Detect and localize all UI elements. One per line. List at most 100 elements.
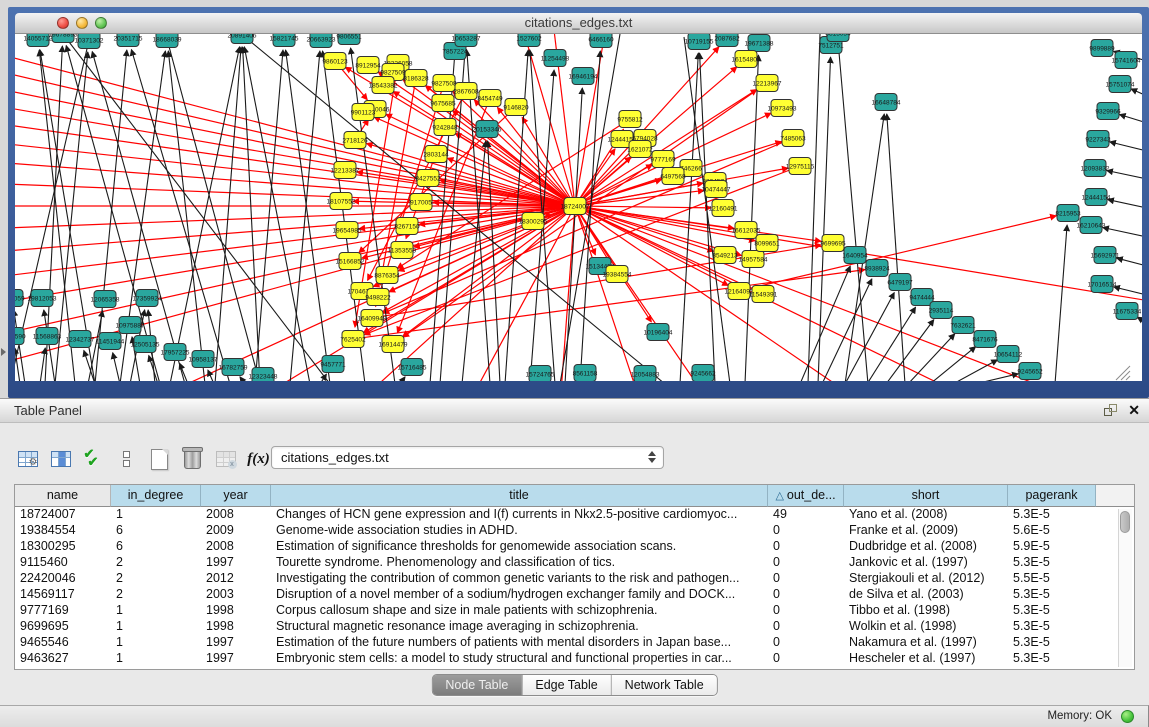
table-row[interactable]: 1872400712008Changes of HCN gene express… (15, 507, 1134, 523)
column-header-title[interactable]: title (271, 485, 768, 507)
graph-node[interactable]: 12323448 (249, 368, 278, 382)
deselect-all-icon[interactable] (113, 446, 140, 473)
graph-node[interactable]: 16782759 (219, 359, 248, 376)
graph-node[interactable]: 19671388 (745, 35, 774, 52)
close-window-button[interactable] (57, 17, 69, 29)
table-row[interactable]: 2242004622012Investigating the contribut… (15, 571, 1134, 587)
graph-node[interactable]: 8471676 (972, 331, 998, 348)
graph-node[interactable]: 11254498 (541, 50, 570, 67)
graph-node[interactable]: 19678893 (49, 34, 78, 43)
graph-node[interactable]: 12342737 (66, 331, 95, 348)
graph-node[interactable]: 16409948 (358, 310, 387, 327)
graph-node[interactable]: 10474447 (702, 181, 731, 198)
graph-node[interactable]: 9245652 (1017, 363, 1043, 380)
network-graph[interactable]: 1405571219678893103713022035171518668039… (15, 34, 1142, 381)
graph-node[interactable]: 8549213 (712, 247, 738, 264)
graph-node[interactable]: 15741604 (1112, 52, 1141, 69)
graph-node[interactable]: 9860123 (322, 53, 348, 70)
graph-node[interactable]: 2087682 (714, 34, 740, 47)
graph-node[interactable]: 9675685 (430, 95, 456, 112)
graph-node[interactable]: 9699695 (820, 235, 846, 252)
graph-node[interactable]: 18724007 (561, 198, 590, 215)
graph-node[interactable]: 17016514 (1088, 276, 1117, 293)
graph-node[interactable]: 2867608 (453, 83, 479, 100)
graph-node[interactable]: 10653287 (452, 34, 481, 47)
graph-node[interactable]: 9899889 (1089, 40, 1115, 57)
window-titlebar[interactable]: citations_edges.txt (15, 13, 1142, 34)
graph-node[interactable]: 8813054 (825, 34, 851, 42)
column-header-out_de[interactable]: △out_de... (768, 485, 844, 507)
tab-node-table[interactable]: Node Table (432, 675, 522, 695)
graph-node[interactable]: 14957584 (739, 251, 768, 268)
graph-node[interactable]: 15716485 (398, 359, 427, 376)
graph-node[interactable]: 12093832 (1081, 160, 1110, 177)
table-row[interactable]: 911546021997Tourette syndrome. Phenomeno… (15, 555, 1134, 571)
graph-node[interactable]: 8215953 (1055, 205, 1081, 222)
graph-node[interactable]: 18668039 (153, 34, 182, 48)
graph-node[interactable]: 8267150 (394, 218, 420, 235)
minimize-window-button[interactable] (76, 17, 88, 29)
graph-node[interactable]: 917005 (410, 194, 432, 211)
graph-node[interactable]: 2616059 (15, 290, 25, 307)
table-row[interactable]: 1938455462009Genome-wide association stu… (15, 523, 1134, 539)
graph-node[interactable]: 12975115 (786, 158, 815, 175)
new-table-icon[interactable] (146, 446, 173, 473)
graph-node[interactable]: 12444154 (1082, 189, 1111, 206)
table-row[interactable]: 946362711997Embryonic stem cells: a mode… (15, 651, 1134, 667)
graph-node[interactable]: 19654985 (333, 222, 362, 239)
graph-node[interactable]: 11353559 (388, 242, 417, 259)
graph-node[interactable]: 16914479 (379, 336, 408, 353)
graph-node[interactable]: 12213387 (331, 162, 360, 179)
graph-node[interactable]: 1527602 (516, 34, 542, 47)
zoom-window-button[interactable] (95, 17, 107, 29)
graph-node[interactable]: 8912954 (355, 57, 381, 74)
memory-status-indicator[interactable] (1121, 710, 1134, 723)
graph-node[interactable]: 8186328 (403, 70, 429, 87)
graph-node[interactable]: 9457771 (320, 356, 346, 373)
table-row[interactable]: 1830029562008Estimation of significance … (15, 539, 1134, 555)
graph-node[interactable]: 20153346 (473, 121, 502, 138)
column-header-year[interactable]: year (201, 485, 271, 507)
graph-node[interactable]: 16648784 (872, 94, 901, 111)
graph-node[interactable]: 8427552 (415, 170, 441, 187)
graph-node[interactable]: 9242848 (432, 119, 458, 136)
graph-node[interactable]: 16154808 (732, 51, 761, 68)
graph-node[interactable]: 15821745 (270, 34, 299, 47)
select-all-icon[interactable]: ✔ ✔ (80, 446, 107, 473)
graph-node[interactable]: 17957225 (161, 344, 190, 361)
panel-collapse-arrow-icon[interactable] (1, 348, 6, 356)
graph-node[interactable]: 6466160 (588, 34, 614, 48)
graph-node[interactable]: 12160491 (709, 200, 738, 217)
float-panel-icon[interactable] (1104, 404, 1117, 417)
graph-node[interactable]: 20891406 (228, 34, 257, 44)
graph-node[interactable]: 10719155 (685, 34, 714, 50)
graph-node[interactable]: 8099651 (754, 235, 780, 252)
graph-node[interactable]: 9498222 (365, 289, 391, 306)
vertical-scrollbar[interactable] (1118, 509, 1132, 667)
graph-node[interactable]: 12065358 (91, 291, 120, 308)
graph-node[interactable]: 19384554 (603, 266, 632, 283)
column-header-name[interactable]: name (15, 485, 111, 507)
graph-node[interactable]: 15751074 (1106, 76, 1135, 93)
graph-node[interactable]: 9806551 (336, 34, 362, 45)
delete-trash-icon[interactable] (179, 446, 206, 473)
column-header-short[interactable]: short (844, 485, 1008, 507)
graph-node[interactable]: 16210643 (1077, 217, 1106, 234)
graph-node[interactable]: 6497568 (660, 168, 686, 185)
graph-node[interactable]: 11675334 (1113, 303, 1142, 320)
graph-node[interactable]: 1640954 (842, 247, 868, 264)
network-graph-canvas[interactable]: 1405571219678893103713022035171518668039… (15, 34, 1142, 381)
graph-node[interactable]: 10371302 (75, 34, 104, 49)
table-select-dropdown[interactable]: citations_edges.txt (271, 446, 664, 469)
graph-node[interactable]: 11451944 (96, 333, 125, 350)
column-chooser-icon[interactable] (47, 446, 74, 473)
graph-node[interactable]: 10196404 (644, 324, 673, 341)
graph-node[interactable]: 8561158 (573, 365, 598, 382)
graph-node[interactable]: 10975887 (116, 317, 145, 334)
graph-node[interactable]: 9146820 (503, 99, 529, 116)
graph-node[interactable]: 7632621 (950, 317, 976, 334)
graph-node[interactable]: 16946194 (569, 68, 598, 85)
graph-node[interactable]: 1621072 (627, 141, 653, 158)
graph-node[interactable]: 11568863 (33, 328, 62, 345)
graph-node[interactable]: 2935114 (929, 302, 954, 319)
